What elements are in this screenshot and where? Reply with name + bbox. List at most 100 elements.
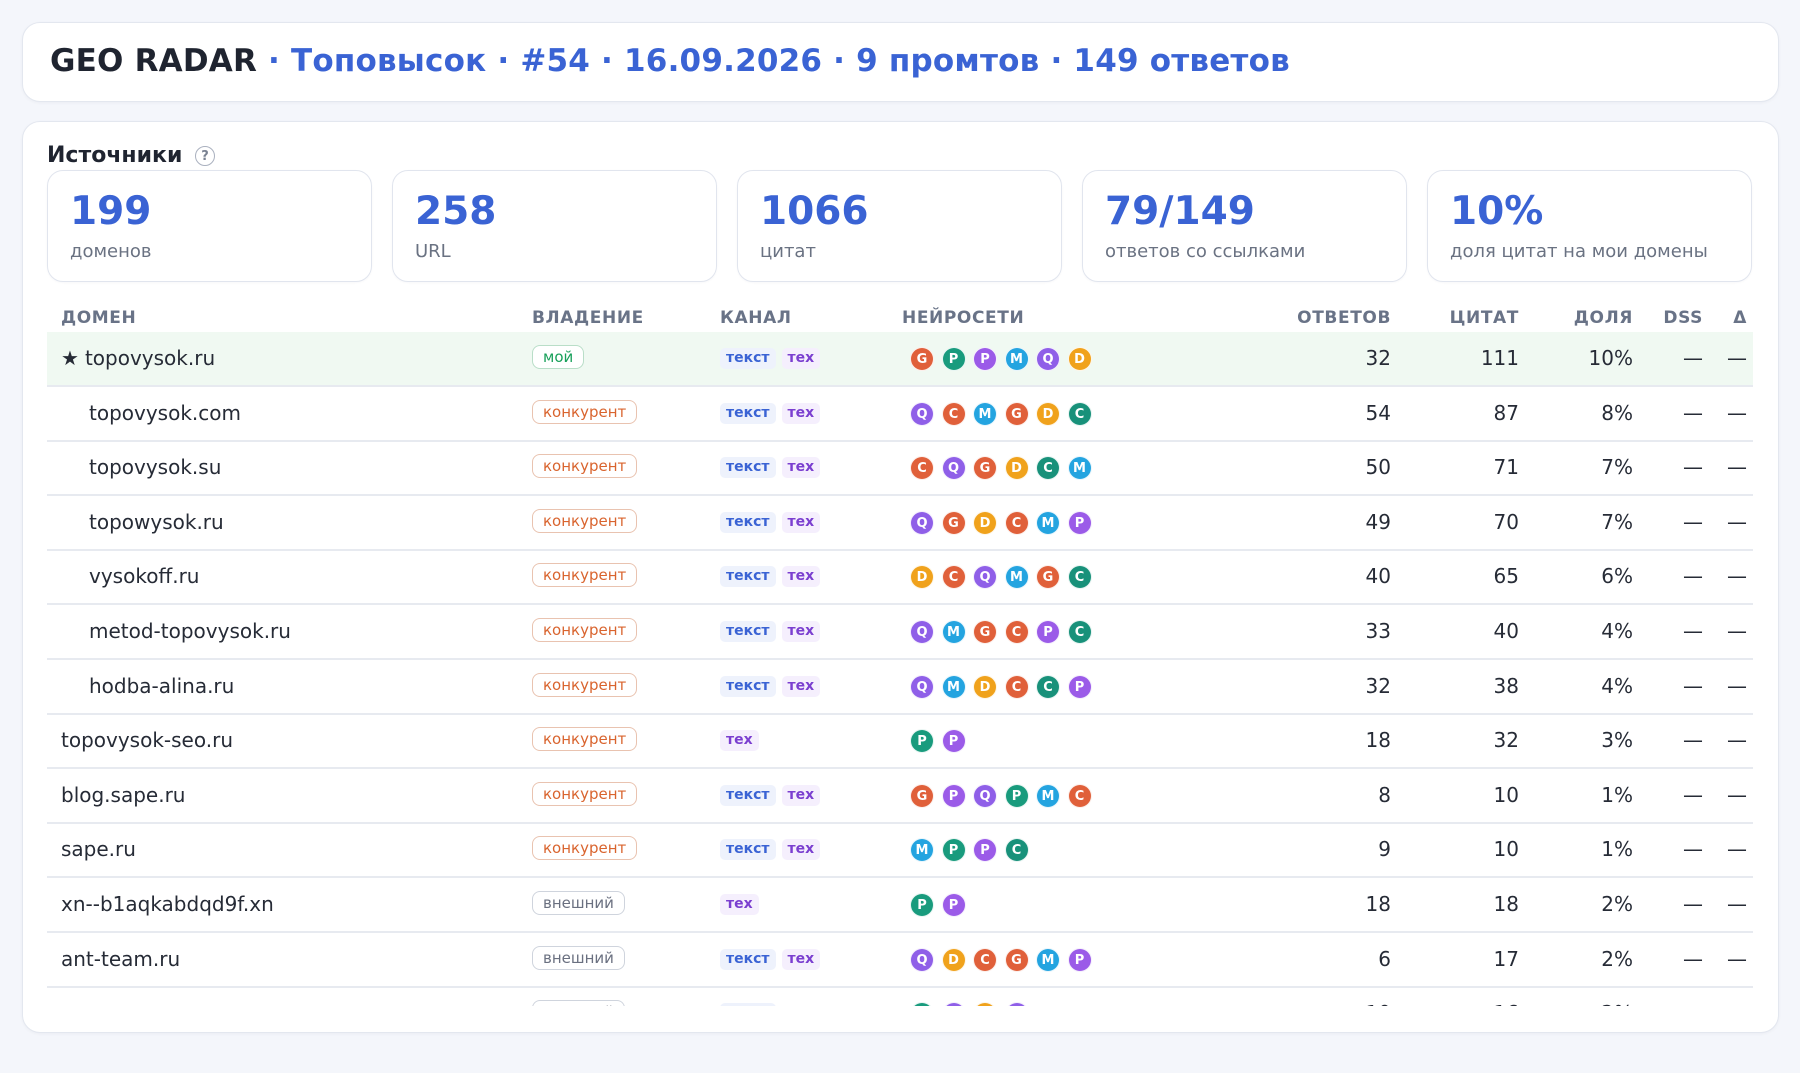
domain-cell[interactable]: metod-topovysok.ru: [89, 619, 291, 643]
domain-name[interactable]: vysokoff.ru: [89, 564, 199, 588]
column-dss[interactable]: DSS: [1647, 308, 1703, 328]
table-row[interactable]: ★ topovysok.ru мой текст тех G P P M Q D 32 111 10% — —: [47, 332, 1753, 387]
stat-label: доля цитат на мои домены: [1450, 241, 1708, 262]
citations-cell: 71: [1493, 455, 1519, 480]
domain-name[interactable]: topovysok.su: [89, 455, 221, 479]
domain-name[interactable]: topovysok.com: [89, 401, 241, 425]
channel-chip-tech: тех: [781, 621, 821, 642]
domain-cell[interactable]: topovysok.su: [89, 455, 221, 479]
title-separator: ·: [833, 43, 846, 79]
channel-chip-text: текст: [720, 784, 776, 806]
channel-chip-tech: тех: [720, 894, 759, 915]
share-cell: 4%: [1601, 673, 1633, 698]
table-row[interactable]: topovysok.com конкурент текст тех Q C M G D C 54 87…: [47, 387, 1753, 442]
title-separator: ·: [497, 43, 510, 79]
column-channel[interactable]: КАНАЛ: [720, 308, 792, 328]
ai-q-icon: Q: [910, 510, 934, 535]
delta-cell: —: [1727, 455, 1747, 480]
domain-name[interactable]: xn--b1aqkabdqd9f.xn: [61, 892, 274, 916]
ownership-badge: конкурент: [532, 672, 638, 697]
column-owner[interactable]: ВЛАДЕНИЕ: [532, 308, 644, 328]
domain-cell[interactable]: vysokoff.ru: [89, 564, 199, 588]
domain-cell[interactable]: ant-team.ru: [61, 947, 180, 971]
table-row[interactable]: topovysok.su конкурент текст тех C Q G D C M 50 71 7…: [47, 441, 1753, 497]
channel-chip-tech: тех: [781, 457, 821, 479]
channel-chips: текст тех: [720, 620, 826, 642]
ownership-badge: мой: [532, 345, 585, 369]
answers-cell: 6: [1378, 946, 1391, 971]
stat-label: ответов со ссылками: [1105, 241, 1306, 262]
table-row[interactable]: hodba-alina.ru конкурент текст тех Q M D C C P 32 3…: [47, 660, 1753, 715]
dss-cell: —: [1683, 564, 1703, 589]
ai-q-icon: Q: [910, 674, 934, 699]
ai-icons: PP: [910, 893, 973, 917]
column-domain[interactable]: ДОМЕН: [61, 308, 136, 328]
domain-name[interactable]: metod-topovysok.ru: [89, 619, 291, 643]
channel-chips: тех: [720, 893, 765, 915]
report-number: #54: [520, 43, 591, 79]
column-delta[interactable]: Δ: [1713, 308, 1747, 328]
ai-icons: QCMGDC: [910, 401, 1099, 426]
help-icon[interactable]: ?: [195, 146, 215, 166]
ownership-badge: конкурент: [532, 508, 638, 533]
ai-c-icon: C: [1004, 674, 1029, 699]
column-citations[interactable]: ЦИТАТ: [1407, 308, 1519, 328]
ai-icons: QDCGMP: [910, 947, 1099, 972]
table-row[interactable]: внешний текст P Q D Q 10 16 2% — —: [47, 987, 1753, 1006]
channel-chips: текст тех: [720, 675, 826, 697]
table-row[interactable]: xn--b1aqkabdqd9f.xn внешний тех P P 18 18 2% — —: [47, 878, 1753, 933]
answers-cell: 32: [1365, 346, 1391, 370]
answers-cell: 49: [1365, 509, 1391, 534]
domain-cell[interactable]: xn--b1aqkabdqd9f.xn: [61, 892, 274, 916]
column-answers[interactable]: ОТВЕТОВ: [1227, 308, 1391, 328]
brand-name: GEO RADAR: [50, 43, 258, 79]
domain-name[interactable]: ant-team.ru: [61, 947, 180, 971]
domain-name[interactable]: topovysok-seo.ru: [61, 728, 233, 752]
domain-cell[interactable]: topovysok-seo.ru: [61, 728, 233, 752]
ai-d-icon: D: [1036, 401, 1060, 426]
domain-cell[interactable]: topovysok.com: [89, 401, 241, 425]
answers-cell: 33: [1365, 619, 1391, 643]
citations-cell: 65: [1493, 564, 1519, 589]
domain-name[interactable]: hodba-alina.ru: [89, 674, 234, 698]
ownership-badge: конкурент: [532, 563, 638, 588]
delta-cell: —: [1727, 619, 1747, 643]
channel-chips: тех: [720, 729, 765, 752]
ai-m-icon: M: [1004, 347, 1029, 371]
domain-cell[interactable]: sape.ru: [61, 837, 136, 861]
table-row[interactable]: sape.ru конкурент текст тех M P P C 9 10 1% — —: [47, 823, 1753, 879]
table-row[interactable]: vysokoff.ru конкурент текст тех D C Q M G C 40 65 6%…: [47, 550, 1753, 606]
ownership-badge: конкурент: [532, 618, 638, 642]
domain-name[interactable]: blog.sape.ru: [61, 783, 185, 807]
ai-q-icon: Q: [973, 565, 997, 590]
answers-cell: 40: [1365, 564, 1391, 589]
table-row[interactable]: ant-team.ru внешний текст тех Q D C G M P 6 17 2% — —: [47, 933, 1753, 988]
column-share[interactable]: ДОЛЯ: [1527, 308, 1633, 328]
answers-cell: 10: [1227, 1001, 1391, 1006]
citations-cell: 32: [1493, 728, 1519, 753]
domain-cell[interactable]: ★ topovysok.ru: [61, 346, 215, 370]
table-row[interactable]: metod-topovysok.ru конкурент текст тех Q M G C P…: [47, 605, 1753, 660]
ai-g-icon: G: [973, 620, 997, 644]
table-row[interactable]: topovysok-seo.ru конкурент тех P P 18 32 3% — —: [47, 714, 1753, 770]
ai-c-icon: C: [1036, 456, 1060, 481]
ai-icons: CQGDCM: [910, 456, 1099, 481]
domain-cell[interactable]: hodba-alina.ru: [89, 674, 234, 698]
column-ai[interactable]: НЕЙРОСЕТИ: [902, 308, 1024, 328]
answers-cell: 32: [1365, 673, 1391, 698]
star-icon: ★: [61, 346, 79, 370]
header-card: GEO RADAR · Топовысок · #54 · 16.09.2026…: [22, 22, 1779, 102]
domain-cell[interactable]: topowysok.ru: [89, 510, 224, 534]
table-row[interactable]: topowysok.ru конкурент текст тех Q G D C M P 49 70 7…: [47, 496, 1753, 551]
dss-cell: —: [1683, 728, 1703, 753]
stat-my-share: 10% доля цитат на мои домены: [1427, 170, 1752, 282]
domain-name[interactable]: sape.ru: [61, 837, 136, 861]
domain-cell[interactable]: blog.sape.ru: [61, 783, 185, 807]
ai-icons: QMGCPC: [910, 620, 1099, 644]
ai-icons: PP: [910, 729, 973, 754]
table-row[interactable]: blog.sape.ru конкурент текст тех G P Q P M C 8 10 1%…: [47, 769, 1753, 824]
dss-cell: —: [1683, 673, 1703, 698]
domain-name[interactable]: topovysok.ru: [85, 346, 215, 370]
channel-chip-tech: тех: [720, 730, 759, 752]
domain-name[interactable]: topowysok.ru: [89, 510, 224, 534]
